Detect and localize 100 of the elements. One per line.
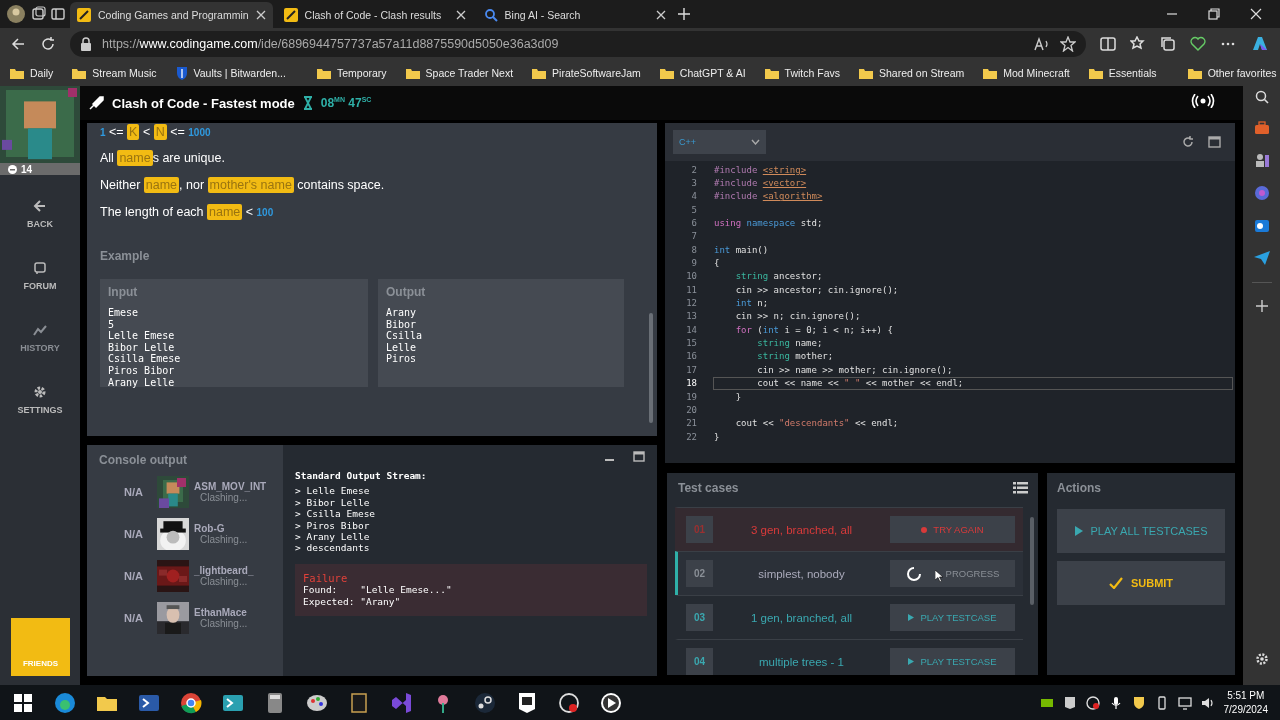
bookmark[interactable]: Temporary [312,64,390,82]
code-line: using namespace std; [713,217,824,230]
browser-tab[interactable]: Clash of Code - Clash results [276,2,473,28]
example-line: Lelle [386,341,418,354]
record-icon[interactable] [558,691,580,714]
url-text: https://www.codingame.com/ide/6896944757737a57a11d8875590d5050e36a3d09 [102,37,559,51]
line-number: 15 [685,338,697,349]
nav-item[interactable]: BACK [23,195,57,233]
add-icon[interactable] [1255,300,1268,312]
epic-games-icon[interactable] [516,691,538,714]
settings-icon[interactable] [1254,652,1269,666]
line-number: 21 [685,418,697,429]
reset-icon[interactable] [1182,136,1194,148]
player-name: ASM_MOV_INT [194,481,267,492]
bookmark[interactable]: Vaults | Bitwarden... [171,64,289,82]
code-line: { [713,257,721,270]
close-icon[interactable] [255,10,266,20]
volume-icon[interactable] [1200,695,1215,710]
line-number: 10 [685,271,697,282]
browser-tab[interactable]: Coding Games and Programmin [70,2,273,28]
briefcase-icon[interactable] [1253,121,1270,135]
steam-icon[interactable] [474,691,496,714]
security-icon[interactable] [1131,695,1146,710]
line-number: 17 [685,364,697,375]
bookmark[interactable]: Mod Minecraft [979,64,1073,82]
address-field[interactable]: https://www.codingame.com/ide/6896944757737a57a11d8875590d5050e36a3d09 [70,31,1086,57]
code-line: string mother; [756,350,835,364]
bookmark[interactable]: ChatGPT & AI [655,64,749,82]
testcase-button[interactable]: PLAY TESTCASE [890,648,1015,675]
mail-icon[interactable] [1253,218,1270,234]
clock-time: 5:51 PM [1226,688,1266,703]
testcase-row[interactable]: 02 simplest, nobody PROGRESS [675,551,1023,595]
bookmark[interactable]: Daily [6,64,57,82]
chrome-icon[interactable] [180,691,202,714]
bookmark[interactable]: Essentials [1084,64,1160,82]
search-icon[interactable] [1254,90,1269,104]
bookmark[interactable]: Space Trader Next [401,64,517,82]
broadcast-icon[interactable] [1191,94,1215,108]
testcase-row[interactable]: 03 1 gen, branched, all PLAY TESTCASE [675,595,1023,639]
nav-item[interactable]: SETTINGS [13,381,67,419]
mouse-cursor-icon [935,570,943,582]
favorite-star-icon[interactable] [1060,36,1076,52]
close-icon[interactable] [455,10,466,20]
favorites-icon[interactable] [1130,36,1146,52]
network-icon[interactable] [1177,695,1192,710]
testcase-name: multiple trees - 1 [758,655,845,668]
testcase-number: 04 [686,648,713,675]
refresh-icon[interactable] [40,36,56,52]
maximize-icon[interactable] [633,451,645,462]
output-line: > Piros Bibor [295,519,371,532]
close-icon[interactable] [1250,8,1262,20]
folder-icon [404,66,421,80]
back-arrow-icon [33,199,47,213]
line-number: 19 [685,391,697,402]
read-aloud-icon[interactable] [1034,37,1050,51]
clock-date: 7/29/2024 [1223,702,1268,717]
output-heading: Standard Output Stream: [295,470,428,482]
restore-icon[interactable] [1208,8,1220,20]
tab-actions-icon[interactable] [50,6,66,22]
bookmark[interactable]: Stream Music [68,64,160,82]
chess-icon[interactable] [1253,152,1270,168]
bookmark[interactable]: Other favorites [1183,64,1280,82]
play-all-button[interactable]: PLAY ALL TESTCASES [1057,509,1225,553]
nav-item[interactable]: FORUM [19,257,61,295]
bookmark[interactable]: PirateSoftwareJam [528,64,644,82]
back-arrow-icon[interactable] [10,36,26,52]
hourglass-icon [302,96,313,110]
bookmark[interactable]: Shared on Stream [855,64,968,82]
collections-icon[interactable] [1160,36,1176,52]
visual-studio-icon[interactable] [390,691,412,714]
game-controller-icon[interactable] [1253,185,1270,201]
example-line: 5 [108,318,116,331]
new-tab-icon[interactable] [676,7,691,21]
player-name: EthanMace [194,607,248,618]
close-icon[interactable] [655,10,666,20]
list-icon[interactable] [1013,482,1028,494]
workspaces-icon[interactable] [30,6,46,22]
game-icon[interactable] [348,691,370,714]
send-icon[interactable] [1253,251,1270,265]
browser-tab[interactable]: Bing AI - Search [476,2,673,28]
browser-icon[interactable] [54,691,76,714]
output-line: Expected: "Arany" [303,595,402,608]
player-rank: N/A [123,570,144,582]
folder-icon [531,66,548,80]
output-line: > Csilla Emese [295,508,377,520]
player-status: Clashing... [200,618,248,629]
windows-start-icon[interactable] [12,691,34,714]
bookmark[interactable]: Twitch Favs [760,64,843,82]
play-icon[interactable] [600,691,622,714]
profile-avatar-icon[interactable] [6,4,26,24]
record-icon[interactable] [1085,695,1100,710]
line-number: 4 [690,191,697,202]
failure-title: Failure [303,572,349,585]
testcase-row[interactable]: 04 multiple trees - 1 PLAY TESTCASE [675,639,1023,675]
testcase-button[interactable]: PLAY TESTCASE [890,604,1015,631]
submit-button[interactable]: SUBMIT [1057,561,1225,605]
maximize-icon[interactable] [1208,136,1221,148]
split-screen-icon[interactable] [1100,36,1116,52]
heart-icon[interactable] [1190,36,1206,52]
epic-games-icon[interactable] [1062,695,1077,710]
